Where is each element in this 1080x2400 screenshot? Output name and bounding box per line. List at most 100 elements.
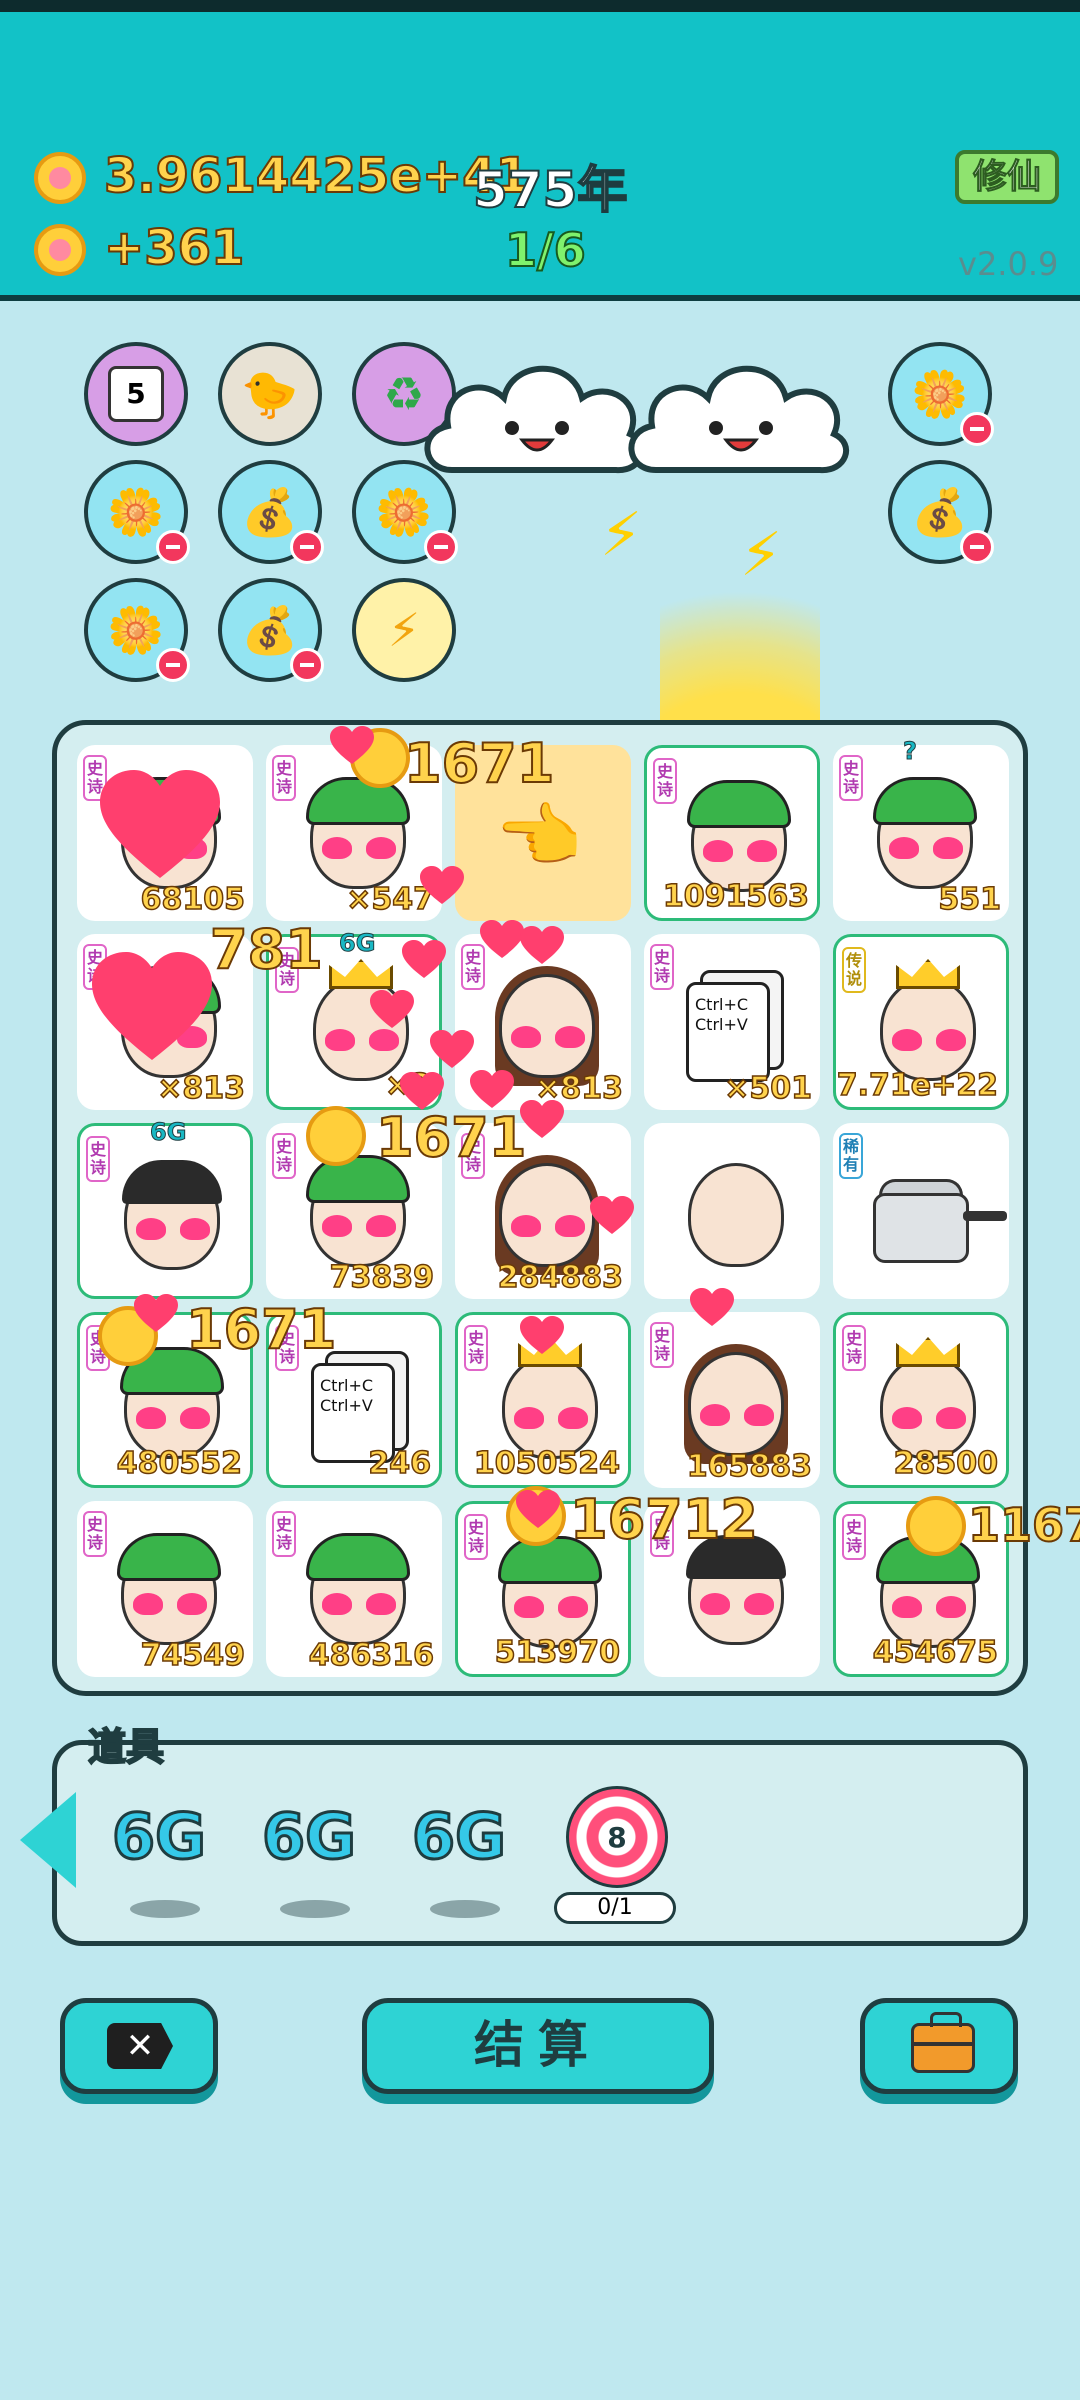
heart-coin-icon xyxy=(34,224,86,276)
flower-pot-icon: 🌼 xyxy=(107,602,165,657)
target-number: 8 xyxy=(607,1820,627,1854)
remove-button[interactable]: ✕ xyxy=(60,1998,218,2094)
coin-effect xyxy=(306,1106,366,1166)
remove-icon[interactable] xyxy=(960,412,994,446)
stage-progress: 1/6 xyxy=(504,222,587,278)
board-cell[interactable]: 稀有 xyxy=(833,1123,1009,1299)
floating-gain: 1671 xyxy=(375,1105,527,1170)
lightning-item[interactable]: ⚡ xyxy=(352,578,456,682)
remove-icon[interactable] xyxy=(156,648,190,682)
version-label: v2.0.9 xyxy=(958,245,1059,283)
rarity-tag: 史诗 xyxy=(650,944,674,990)
board-cell[interactable]: 史诗 486316 xyxy=(266,1501,442,1677)
cell-value: 486316 xyxy=(308,1637,435,1674)
inventory-button[interactable] xyxy=(860,1998,1018,2094)
board-cell[interactable]: 史诗 28500 xyxy=(833,1312,1009,1488)
money-bag-icon: 💰 xyxy=(241,484,299,539)
board-cell[interactable]: 传说 7.71e+22 xyxy=(833,934,1009,1110)
heart-eyes xyxy=(700,1404,774,1426)
flower-pot-item[interactable]: 🌼 xyxy=(888,342,994,446)
copy-paste-text: Ctrl+C xyxy=(695,995,749,1014)
rarity-tag: 史诗 xyxy=(842,1325,866,1371)
copy-paste-text: Ctrl+C xyxy=(320,1376,374,1395)
board-cell[interactable]: 史诗 6G xyxy=(77,1118,253,1299)
heart-eyes xyxy=(325,1029,399,1051)
status-strip xyxy=(0,0,1080,12)
cultivation-button[interactable]: 修仙 xyxy=(955,150,1059,204)
cell-badge: 6G xyxy=(338,929,376,958)
board-cell[interactable]: 史诗 165883 xyxy=(644,1312,820,1488)
cell-value: 1091563 xyxy=(662,878,810,915)
heart-eyes xyxy=(511,1215,585,1237)
remove-icon[interactable] xyxy=(960,530,994,564)
close-icon: ✕ xyxy=(107,2023,173,2069)
rarity-tag: 史诗 xyxy=(272,755,296,801)
tools-label: 道具 xyxy=(87,1724,165,1770)
flower-pot-icon: 🌼 xyxy=(375,484,433,539)
money-bag-item[interactable]: 💰 xyxy=(218,460,324,564)
remove-icon[interactable] xyxy=(290,530,324,564)
cell-value: 551 xyxy=(938,881,1002,918)
cell-value: 165883 xyxy=(686,1448,813,1485)
cell-value: 246 xyxy=(368,1445,432,1482)
crown-icon xyxy=(329,959,393,989)
rarity-tag: 史诗 xyxy=(272,1511,296,1557)
heart-eyes xyxy=(511,1026,585,1048)
calendar-item[interactable]: 5 xyxy=(84,342,188,446)
tool-6g[interactable]: 6G xyxy=(110,1799,207,1875)
money-bag-item[interactable]: 💰 xyxy=(888,460,994,564)
remove-icon[interactable] xyxy=(424,530,458,564)
tool-shadow xyxy=(280,1900,350,1918)
copy-paste-text: Ctrl+V xyxy=(320,1396,373,1415)
chick-item[interactable]: 🐤 xyxy=(218,342,322,446)
rarity-tag: 史诗 xyxy=(653,758,677,804)
heart-eyes xyxy=(136,1407,210,1429)
rarity-tag: 史诗 xyxy=(650,1322,674,1368)
cell-value: 7.71e+22 xyxy=(836,1067,999,1104)
green-hat xyxy=(117,1533,221,1581)
board-cell[interactable]: 史诗? 551 xyxy=(833,737,1009,921)
arrow-left-icon[interactable] xyxy=(20,1792,76,1888)
heart-eyes xyxy=(892,1596,966,1618)
flower-pot-item[interactable]: 🌼 xyxy=(84,460,190,564)
cloud-right xyxy=(616,340,856,490)
floating-gain: 1671 xyxy=(185,1297,337,1362)
board-cell[interactable]: 史诗 1091563 xyxy=(644,745,820,921)
rarity-tag: 史诗 xyxy=(86,1136,110,1182)
cell-value: ×547 xyxy=(345,881,434,918)
tool-6g[interactable]: 6G xyxy=(260,1799,357,1875)
tool-6g-label: 6G xyxy=(110,1799,207,1875)
flower-pot-item[interactable]: 🌼 xyxy=(84,578,190,682)
board-cell[interactable]: 史诗 74549 xyxy=(77,1501,253,1677)
briefcase-icon xyxy=(911,2012,975,2073)
money-bag-icon: 💰 xyxy=(911,484,969,539)
tool-6g-label: 6G xyxy=(260,1799,357,1875)
remove-icon[interactable] xyxy=(290,648,324,682)
board-cell[interactable]: Ctrl+C Ctrl+V 史诗 ×501 xyxy=(644,934,820,1110)
pressure-cooker-icon xyxy=(873,1193,969,1263)
crown-icon xyxy=(896,959,960,989)
year-display: 575年 xyxy=(472,160,628,220)
cell-value: 73839 xyxy=(329,1259,435,1296)
target-icon[interactable]: 8 xyxy=(566,1786,668,1888)
settle-button[interactable]: 结算 xyxy=(362,1998,714,2094)
flower-pot-icon: 🌼 xyxy=(911,366,969,421)
coin-effect xyxy=(906,1496,966,1556)
crown-icon xyxy=(896,1337,960,1367)
board-cell[interactable] xyxy=(644,1123,820,1299)
hair xyxy=(122,1160,222,1204)
tool-6g[interactable]: 6G xyxy=(410,1799,507,1875)
rarity-tag: 史诗 xyxy=(464,1514,488,1560)
game-board: 史诗 68105 史诗 ×547 👈 史诗 1091563 史诗? 551 史诗 ×813 史诗 6G ×… xyxy=(52,720,1028,1696)
income-rate: +361 xyxy=(103,219,245,277)
heart-eyes xyxy=(322,837,396,859)
heart-eyes xyxy=(700,1593,774,1615)
heart-eyes xyxy=(322,1215,396,1237)
cell-value: 74549 xyxy=(140,1637,246,1674)
target-count: 0/1 xyxy=(554,1892,676,1924)
heart-eyes xyxy=(703,840,777,862)
money-bag-item[interactable]: 💰 xyxy=(218,578,324,682)
tool-shadow xyxy=(130,1900,200,1918)
remove-icon[interactable] xyxy=(156,530,190,564)
rarity-tag: 稀有 xyxy=(839,1133,863,1179)
